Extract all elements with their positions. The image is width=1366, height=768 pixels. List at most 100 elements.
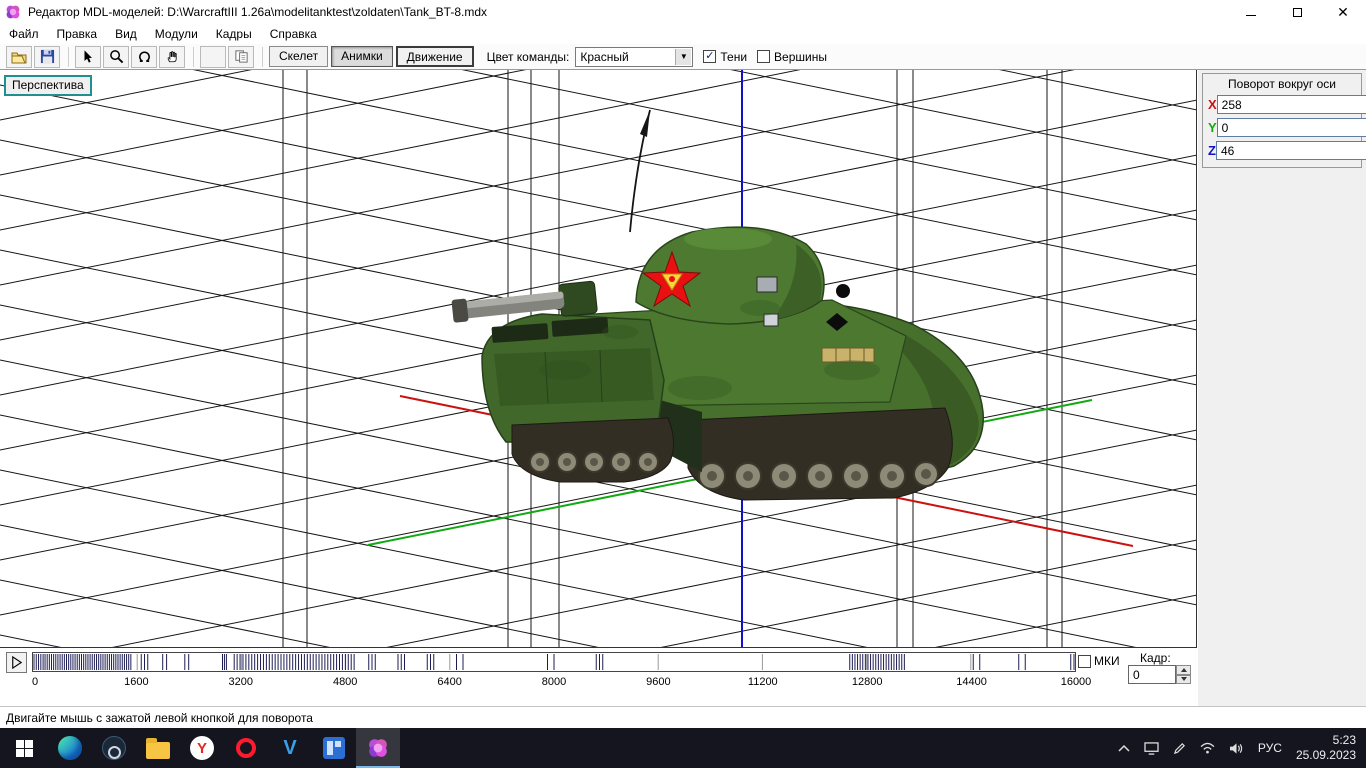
tab-movement[interactable]: Движение (395, 46, 474, 67)
tray-network-button[interactable] (1193, 728, 1222, 768)
frame-spin-down-button[interactable] (1176, 674, 1191, 684)
menu-view[interactable]: Вид (106, 25, 146, 43)
speaker-icon (1229, 742, 1243, 754)
tray-language-button[interactable]: РУС (1251, 728, 1289, 768)
start-button[interactable] (0, 728, 48, 768)
timeline: 0 1600 3200 4800 6400 8000 9600 11200 12… (0, 648, 1198, 706)
perspective-button[interactable]: Перспектива (4, 75, 92, 96)
select-tool-button[interactable] (75, 45, 101, 68)
mki-checkbox[interactable] (1078, 654, 1091, 668)
timeline-scale-label: 8000 (541, 676, 567, 688)
menu-edit[interactable]: Правка (48, 25, 107, 43)
play-button[interactable] (6, 652, 27, 673)
minimize-icon (1246, 14, 1256, 16)
shadows-label: Тени (720, 49, 748, 64)
copy-icon (234, 50, 248, 63)
opera-icon (236, 738, 256, 758)
hand-icon (167, 51, 177, 63)
open-button[interactable] (6, 45, 32, 68)
axis-x-label: X (1208, 97, 1217, 112)
app-icon (4, 3, 22, 21)
viewport-canvas[interactable] (0, 70, 1197, 648)
mki-label: МКИ (1094, 654, 1120, 668)
toolbar-separator (262, 46, 263, 67)
taskbar-explorer-button[interactable] (136, 728, 180, 768)
tray-date: 25.09.2023 (1295, 748, 1356, 762)
team-color-select[interactable]: Красный ▼ (575, 46, 694, 67)
timeline-scale-label: 16000 (1060, 676, 1092, 688)
v-app-icon: V (283, 736, 297, 759)
copy-button[interactable] (228, 45, 254, 68)
taskbar-steam-button[interactable] (92, 728, 136, 768)
vertices-checkbox[interactable] (757, 50, 771, 63)
screen: Редактор MDL-моделей: D:\WarcraftIII 1.2… (0, 0, 1366, 768)
taskbar-blue-app-button[interactable] (312, 728, 356, 768)
team-color-value: Красный (580, 49, 629, 64)
minimize-button[interactable] (1228, 0, 1274, 24)
keyframe-ticks (33, 654, 1075, 670)
tab-skeleton[interactable]: Скелет (269, 46, 329, 67)
save-button[interactable] (34, 45, 60, 68)
menu-frames[interactable]: Кадры (207, 25, 261, 43)
menu-file[interactable]: Файл (0, 25, 48, 43)
yandex-icon: Y (190, 736, 214, 760)
chevron-up-icon (1118, 744, 1130, 752)
edge-icon (58, 736, 82, 760)
menu-modules[interactable]: Модули (146, 25, 207, 43)
timeline-scale-label: 4800 (332, 676, 358, 688)
maximize-button[interactable] (1274, 0, 1320, 24)
taskbar-v-app-button[interactable]: V (268, 728, 312, 768)
rotate-tool-button[interactable] (131, 45, 157, 68)
blank-tool-button[interactable] (200, 45, 226, 68)
taskbar-mdl-editor-button[interactable] (356, 728, 400, 768)
windows-logo-icon (15, 739, 33, 757)
timeline-scale-label: 12800 (851, 676, 883, 688)
cursor-icon (84, 50, 92, 63)
viewport-3d[interactable]: Перспектива (0, 70, 1197, 648)
steam-icon (102, 736, 126, 760)
timeline-track[interactable] (32, 652, 1076, 672)
tray-display-button[interactable] (1137, 728, 1166, 768)
timeline-scale-label: 11200 (747, 676, 778, 688)
taskbar: Y V РУС 5:23 25.09.2023 (0, 728, 1366, 768)
team-color-label: Цвет команды: (486, 49, 570, 64)
tray-chevron-button[interactable] (1111, 728, 1137, 768)
play-icon (12, 655, 23, 670)
tray-volume-button[interactable] (1222, 728, 1251, 768)
frame-spin-up-button[interactable] (1176, 665, 1191, 675)
vertices-checkbox-wrap[interactable]: Вершины (757, 50, 827, 64)
zoom-tool-button[interactable] (103, 45, 129, 68)
rotate-icon (138, 51, 150, 62)
mki-checkbox-wrap[interactable]: МКИ (1078, 654, 1120, 668)
taskbar-yandex-button[interactable]: Y (180, 728, 224, 768)
shadows-checkbox[interactable] (703, 50, 717, 63)
frame-label: Кадр: (1140, 651, 1171, 665)
axis-y-label: Y (1208, 120, 1217, 135)
timeline-scale-label: 1600 (124, 676, 149, 688)
floppy-icon (40, 49, 54, 64)
menu-help[interactable]: Справка (261, 25, 326, 43)
shadows-checkbox-wrap[interactable]: Тени (703, 50, 747, 64)
pen-icon (1173, 742, 1185, 754)
window-title: Редактор MDL-моделей: D:\WarcraftIII 1.2… (28, 5, 488, 19)
taskbar-opera-button[interactable] (224, 728, 268, 768)
timeline-scale: 0 1600 3200 4800 6400 8000 9600 11200 12… (32, 676, 1091, 690)
wifi-icon (1200, 742, 1215, 754)
close-button[interactable]: ✕ (1320, 0, 1366, 24)
menubar: Файл Правка Вид Модули Кадры Справка (0, 24, 1366, 44)
chevron-down-icon: ▼ (675, 48, 692, 65)
system-tray: РУС 5:23 25.09.2023 (1111, 728, 1366, 768)
rotation-z-input[interactable] (1215, 141, 1366, 160)
mdl-editor-icon (369, 739, 387, 757)
rotation-y-input[interactable] (1216, 118, 1366, 137)
timeline-scale-label: 14400 (956, 676, 987, 688)
right-panel: Поворот вокруг оси X Y Z (1198, 70, 1366, 706)
pan-tool-button[interactable] (159, 45, 185, 68)
rotation-panel-title: Поворот вокруг оси (1228, 77, 1336, 91)
frame-input[interactable] (1128, 665, 1176, 684)
tray-clock-button[interactable]: 5:23 25.09.2023 (1289, 728, 1366, 768)
rotation-x-input[interactable] (1216, 95, 1366, 114)
tab-animations[interactable]: Анимки (331, 46, 393, 67)
taskbar-edge-button[interactable] (48, 728, 92, 768)
tray-pen-button[interactable] (1166, 728, 1193, 768)
